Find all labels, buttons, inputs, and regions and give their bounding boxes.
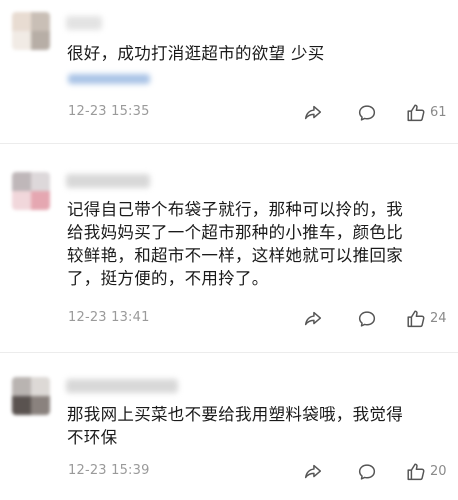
comment-meta: 12-23 15:39 20 — [0, 461, 458, 483]
comment-icon[interactable] — [356, 308, 378, 330]
share-icon[interactable] — [302, 102, 324, 124]
comment-text-line: 不环保 — [67, 428, 118, 447]
share-icon[interactable] — [302, 308, 324, 330]
avatar[interactable] — [12, 172, 50, 210]
comment-meta: 12-23 13:41 24 — [0, 308, 458, 330]
comment-2: 记得自己带个布袋子就行，那种可以拎的，我 给我妈妈买了一个超市那种的小推车，颜色… — [0, 144, 458, 344]
avatar[interactable] — [12, 12, 50, 50]
comment-1: 很好，成功打消逛超市的欲望 少买 12-23 15:35 61 — [0, 0, 458, 130]
avatar[interactable] — [12, 377, 50, 415]
comment-meta: 12-23 15:35 61 — [0, 102, 458, 124]
comment-text-line: 了，挺方便的，不用拎了。 — [67, 269, 269, 288]
username-redacted[interactable] — [66, 16, 102, 30]
comment-3: 那我网上买菜也不要给我用塑料袋哦，我觉得 不环保 12-23 15:39 20 — [0, 353, 458, 500]
comment-text-line: 很好，成功打消逛超市的欲望 少买 — [67, 44, 325, 63]
comment-text-line: 那我网上买菜也不要给我用塑料袋哦，我觉得 — [67, 405, 403, 424]
timestamp: 12-23 15:39 — [68, 463, 150, 478]
comment-text: 很好，成功打消逛超市的欲望 少买 — [67, 42, 439, 65]
thumbs-up-icon[interactable] — [405, 308, 427, 330]
like-count: 20 — [430, 464, 447, 479]
like-count: 24 — [430, 311, 447, 326]
comment-icon[interactable] — [356, 102, 378, 124]
comment-text-line: 较鲜艳，和超市不一样，这样她就可以推回家 — [67, 246, 403, 265]
like-count: 61 — [430, 105, 447, 120]
thumbs-up-icon[interactable] — [405, 461, 427, 483]
timestamp: 12-23 13:41 — [68, 310, 150, 325]
comment-icon[interactable] — [356, 461, 378, 483]
username-redacted[interactable] — [66, 379, 178, 393]
timestamp: 12-23 15:35 — [68, 104, 150, 119]
comment-text: 那我网上买菜也不要给我用塑料袋哦，我觉得 不环保 — [67, 403, 439, 449]
username-redacted[interactable] — [66, 174, 150, 188]
comment-text: 记得自己带个布袋子就行，那种可以拎的，我 给我妈妈买了一个超市那种的小推车，颜色… — [67, 198, 439, 290]
thumbs-up-icon[interactable] — [405, 102, 427, 124]
comment-text-line: 给我妈妈买了一个超市那种的小推车，颜色比 — [67, 223, 403, 242]
share-icon[interactable] — [302, 461, 324, 483]
redacted-text — [68, 74, 150, 84]
comment-text-line: 记得自己带个布袋子就行，那种可以拎的，我 — [67, 200, 403, 219]
